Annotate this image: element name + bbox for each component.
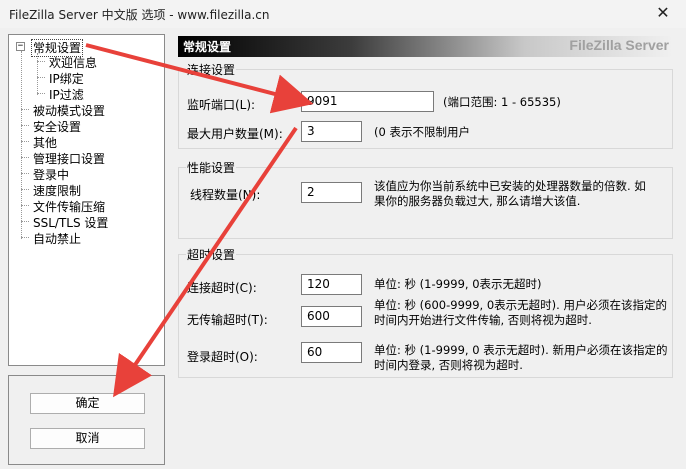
tree-connector [21,125,29,126]
options-dialog: FileZilla Server 中文版 选项 - www.filezilla.… [0,0,686,469]
tree-item-admin-interface[interactable]: 管理接口设置 [31,151,107,167]
button-group: 确定 取消 [8,375,165,465]
port-label: 监听端口(L): [187,98,256,112]
tree-connector [21,109,29,110]
threads-input[interactable]: 2 [301,182,362,203]
connect-timeout-hint: 单位: 秒 (1-9999, 0表示无超时) [374,277,542,291]
tree-item-speed-limit[interactable]: 速度限制 [31,183,83,199]
tree-connector [37,93,45,94]
title-bar: FileZilla Server 中文版 选项 - www.filezilla.… [0,0,686,28]
tree-connector [21,51,22,239]
port-range-hint: (端口范围: 1 - 65535) [443,95,561,109]
tree-connector [21,237,29,238]
tree-connector [21,189,29,190]
tree-connector [37,77,45,78]
page-header: 常规设置 FileZilla Server [178,36,673,57]
performance-settings-legend: 性能设置 [186,159,237,176]
transfer-timeout-input[interactable]: 600 [301,306,362,327]
tree-item-security[interactable]: 安全设置 [31,119,83,135]
port-input[interactable]: 9091 [301,91,434,112]
login-timeout-input[interactable]: 60 [301,342,362,363]
tree-item-ip-filter[interactable]: IP过滤 [47,87,86,103]
tree-item-passive-mode[interactable]: 被动模式设置 [31,103,107,119]
transfer-timeout-label: 无传输超时(T): [187,313,268,327]
tree-item-ssl-tls[interactable]: SSL/TLS 设置 [31,215,110,231]
close-icon[interactable]: ✕ [646,0,680,26]
login-timeout-hint-line2: 时间内登录, 否则将视为超时. [374,358,523,372]
tree-connector [21,157,29,158]
transfer-timeout-hint-line1: 单位: 秒 (600-9999, 0表示无超时). 用户必须在该指定的 [374,298,667,312]
connect-timeout-label: 连接超时(C): [187,281,257,295]
threads-hint-line1: 该值应为你当前系统中已安装的处理器数量的倍数. 如 [374,179,646,193]
transfer-timeout-hint-line2: 时间内开始进行文件传输, 否则将视为超时. [374,313,592,327]
threads-label: 线程数量(N): [190,188,261,202]
connection-settings-legend: 连接设置 [186,61,237,78]
tree-item-misc[interactable]: 其他 [31,135,59,151]
tree-connector [21,221,29,222]
tree-connector [21,141,29,142]
brand-logo: FileZilla Server [569,37,669,53]
tree-connector [21,173,29,174]
login-timeout-label: 登录超时(O): [187,350,258,364]
tree-item-autoban[interactable]: 自动禁止 [31,231,83,247]
max-users-label: 最大用户数量(M): [187,127,283,141]
tree-item-welcome[interactable]: 欢迎信息 [47,55,99,71]
ok-button[interactable]: 确定 [30,393,145,414]
window-title: FileZilla Server 中文版 选项 - www.filezilla.… [9,8,270,22]
connect-timeout-input[interactable]: 120 [301,274,362,295]
tree-connector [37,53,38,95]
tree-item-compression[interactable]: 文件传输压缩 [31,199,107,215]
settings-tree: − 常规设置 欢迎信息 IP绑定 IP过滤 被动模式设置 安全设置 其他 管理接… [8,34,165,366]
collapse-icon[interactable]: − [16,42,25,51]
tree-connector [21,205,29,206]
login-timeout-hint-line1: 单位: 秒 (1-9999, 0 表示无超时). 新用户必须在该指定的 [374,343,668,357]
page-title: 常规设置 [183,40,232,54]
cancel-button[interactable]: 取消 [30,428,145,449]
tree-connector [37,61,45,62]
tree-item-logging[interactable]: 登录中 [31,167,71,183]
max-users-hint: (0 表示不限制用户 [374,125,470,139]
threads-hint-line2: 果你的服务器负载过大, 那么请增大该值. [374,194,581,208]
timeout-settings-legend: 超时设置 [186,246,237,263]
tree-item-ip-bind[interactable]: IP绑定 [47,71,86,87]
max-users-input[interactable]: 3 [301,121,362,142]
